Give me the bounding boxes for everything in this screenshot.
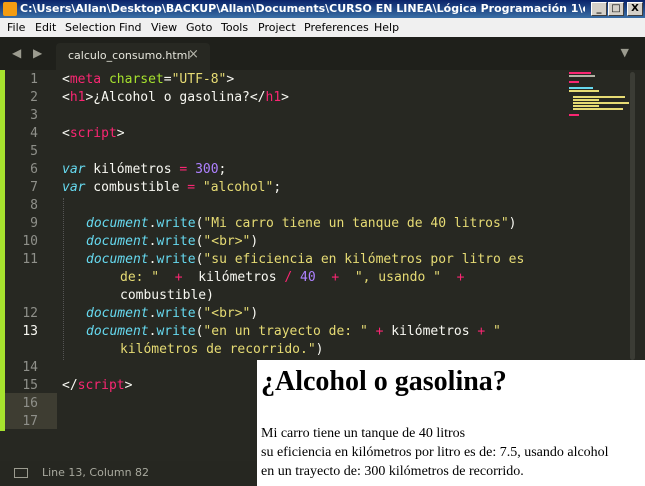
line-number: 1 (30, 72, 38, 87)
menu-bar: File Edit Selection Find View Goto Tools… (0, 18, 645, 37)
cursor-position: Line 13, Column 82 (42, 466, 150, 479)
line-number: 15 (22, 378, 38, 393)
code-line-11-wrap-1: de: " + kilómetros / 40 + ", usando " + (120, 270, 465, 285)
menu-view[interactable]: View (151, 18, 177, 37)
maximize-button[interactable]: □ (608, 2, 624, 16)
preview-line-3: en un trayecto de: 300 kilómetros de rec… (261, 464, 524, 479)
menu-preferences[interactable]: Preferences (304, 18, 369, 37)
menu-edit[interactable]: Edit (35, 18, 56, 37)
minimap-line (569, 114, 579, 116)
code-line-12: document.write("<br>") (86, 306, 259, 321)
menu-goto[interactable]: Goto (186, 18, 212, 37)
line-number: 17 (22, 414, 38, 429)
minimap-line (573, 108, 623, 110)
code-line-9: document.write("Mi carro tiene un tanque… (86, 216, 517, 231)
tab-label: calculo_consumo.html (68, 49, 191, 62)
title-bar: C:\Users\Allan\Desktop\BACKUP\Allan\Docu… (0, 0, 645, 18)
vertical-scrollbar[interactable] (630, 72, 635, 360)
code-line-15: </script> (62, 378, 133, 393)
tab-calculo-consumo[interactable]: calculo_consumo.html × (56, 43, 210, 70)
tab-nav-arrows-icon[interactable]: ◀ ▶ (12, 46, 46, 60)
line-number: 10 (22, 234, 38, 249)
line-number: 3 (30, 108, 38, 123)
line-number: 7 (30, 180, 38, 195)
tab-dropdown-icon[interactable]: ▼ (621, 46, 629, 59)
panel-toggle-icon[interactable] (14, 468, 28, 478)
code-line-11: document.write("su eficiencia en kilómet… (86, 252, 525, 267)
tab-close-icon[interactable]: × (188, 47, 199, 62)
line-number: 9 (30, 216, 38, 231)
minimap-line (569, 75, 595, 77)
line-number: 4 (30, 126, 38, 141)
code-line-6: var kilómetros = 300; (62, 162, 227, 177)
preview-line-2: su eficiencia en kilómetros por litro es… (261, 445, 609, 460)
code-line-7: var combustible = "alcohol"; (62, 180, 282, 195)
menu-file[interactable]: File (7, 18, 25, 37)
minimap-line (573, 102, 629, 104)
menu-find[interactable]: Find (119, 18, 142, 37)
menu-tools[interactable]: Tools (221, 18, 248, 37)
code-line-10: document.write("<br>") (86, 234, 259, 249)
menu-project[interactable]: Project (258, 18, 296, 37)
line-number-active: 13 (22, 324, 38, 339)
preview-heading: ¿Alcohol o gasolina? (261, 366, 507, 397)
line-number: 5 (30, 144, 38, 159)
line-number: 2 (30, 90, 38, 105)
line-number: 14 (22, 360, 38, 375)
minimize-button[interactable]: _ (591, 2, 607, 16)
code-line-1: <meta charset="UTF-8"> (62, 72, 235, 87)
line-number: 12 (22, 306, 38, 321)
line-number: 8 (30, 198, 38, 213)
close-button[interactable]: X (627, 2, 643, 16)
window-title: C:\Users\Allan\Desktop\BACKUP\Allan\Docu… (20, 2, 585, 15)
code-line-13: document.write("en un trayecto de: " + k… (86, 324, 501, 339)
indent-guide (63, 198, 64, 360)
line-number: 16 (22, 396, 38, 411)
browser-preview: ¿Alcohol o gasolina? Mi carro tiene un t… (257, 360, 645, 486)
minimap-line (569, 72, 591, 74)
code-line-11-wrap-2: combustible) (120, 288, 214, 303)
modified-lines-marker (0, 70, 5, 431)
minimap[interactable] (567, 70, 629, 140)
tab-bar: ◀ ▶ calculo_consumo.html × ▼ (0, 37, 645, 70)
menu-help[interactable]: Help (374, 18, 399, 37)
minimap-line (569, 87, 593, 89)
menu-selection[interactable]: Selection (65, 18, 116, 37)
sublime-app-icon (3, 2, 17, 16)
minimap-line (573, 96, 625, 98)
line-number-gutter: 1 2 3 4 5 6 7 8 9 10 11 12 13 14 15 16 1… (0, 70, 57, 461)
code-line-2: <h1>¿Alcohol o gasolina?</h1> (62, 90, 289, 105)
code-line-13-wrap: kilómetros de recorrido.") (120, 342, 324, 357)
minimap-line (573, 99, 599, 101)
line-number: 11 (22, 252, 38, 267)
line-number: 6 (30, 162, 38, 177)
minimap-line (569, 90, 599, 92)
minimap-line (573, 105, 599, 107)
minimap-line (569, 81, 579, 83)
code-line-4: <script> (62, 126, 125, 141)
preview-line-1: Mi carro tiene un tanque de 40 litros (261, 426, 466, 441)
